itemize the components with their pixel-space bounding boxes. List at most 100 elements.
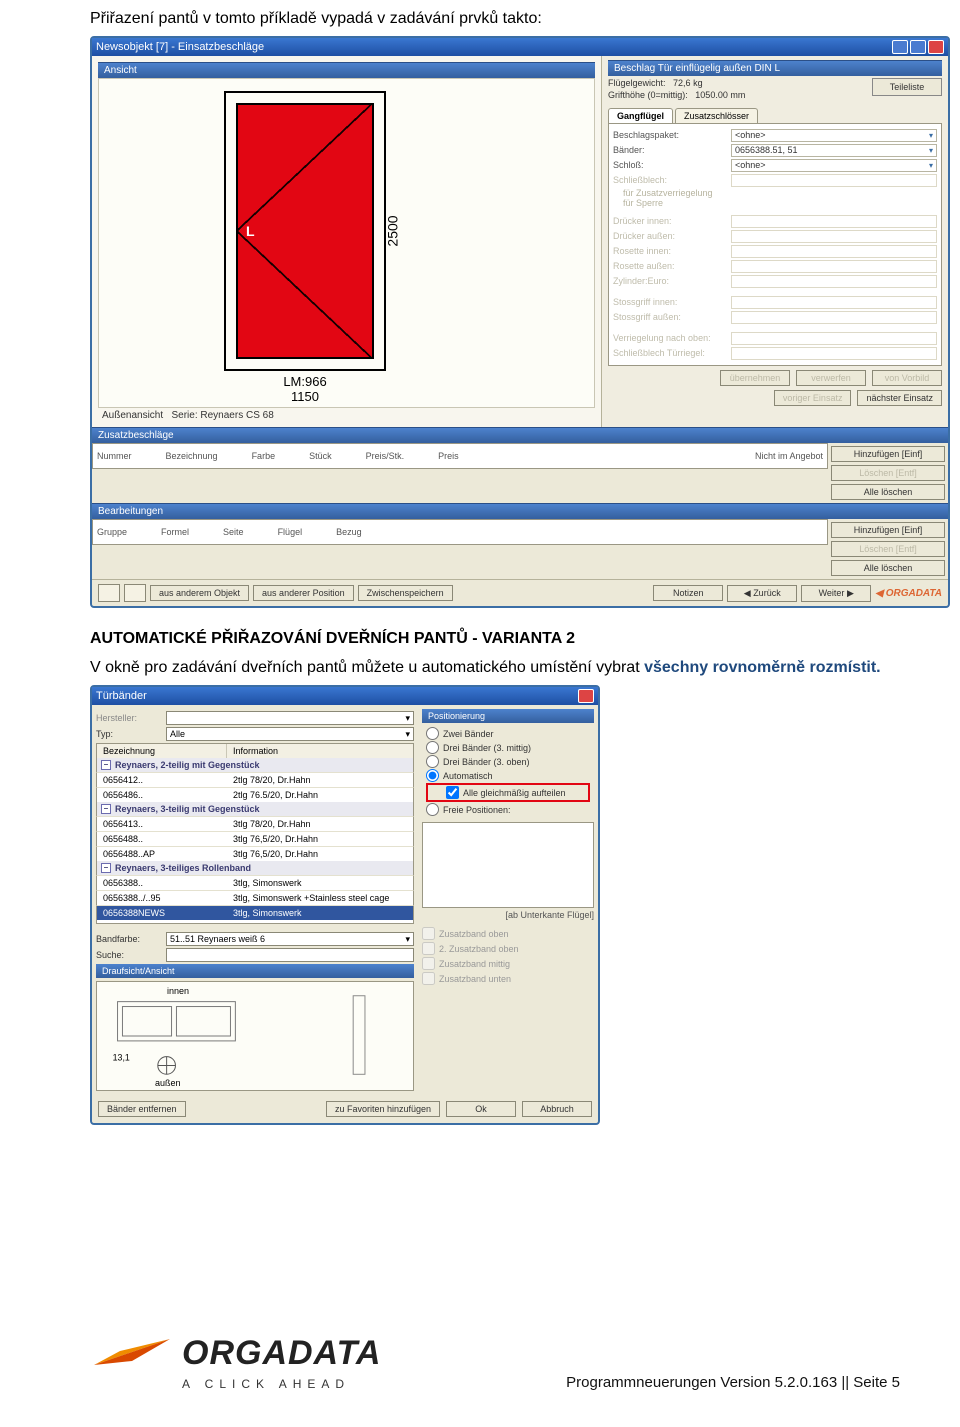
view-caption: Außenansicht Serie: Reynaers CS 68 [98,410,595,421]
tab-zusatzschloesser[interactable]: Zusatzschlösser [675,108,758,123]
properties-grid: Beschlagspaket:<ohne>▾ Bänder:0656388.51… [608,123,942,366]
chk-2oben[interactable]: 2. Zusatzband oben [422,941,594,956]
svg-text:13,1: 13,1 [113,1053,130,1063]
row-0656488[interactable]: 0656488..3tlg 76,5/20, Dr.Hahn [96,831,414,846]
zwischenspeichern-button[interactable]: Zwischenspeichern [358,585,453,601]
schloss-select[interactable]: <ohne>▾ [731,159,937,172]
hinzufuegen-button-2[interactable]: Hinzufügen [Einf] [831,522,945,538]
favoriten-button[interactable]: zu Favoriten hinzufügen [326,1101,440,1117]
naechster-einsatz-button[interactable]: nächster Einsatz [857,390,942,406]
row-0656488ap[interactable]: 0656488..AP3tlg 76,5/20, Dr.Hahn [96,846,414,861]
freie-pos-grid[interactable] [422,822,594,908]
dimension-height: 2500 [378,91,408,371]
beschlagspaket-select[interactable]: <ohne>▾ [731,129,937,142]
group-reynaers-3r[interactable]: –Reynaers, 3-teiliges Rollenband [96,861,414,875]
logo-sub: A CLICK AHEAD [182,1377,350,1391]
typ-select[interactable]: Alle▾ [166,727,414,741]
dialog-title: Türbänder [96,690,147,702]
minimize-icon[interactable] [892,40,908,54]
opt-freie[interactable]: Freie Positionen: [426,803,590,816]
notizen-button[interactable]: Notizen [653,585,723,601]
brand-label: ◀ ORGADATA [875,588,942,599]
zurueck-button[interactable]: ◀ Zurück [727,585,797,602]
tool-icon-1[interactable] [98,584,120,602]
page-footer: ORGADATA A CLICK AHEAD Programmneuerunge… [90,1321,900,1391]
row-0656412[interactable]: 0656412..2tlg 78/20, Dr.Hahn [96,772,414,787]
chk-mittig[interactable]: Zusatzband mittig [422,956,594,971]
group-reynaers-2[interactable]: –Reynaers, 2-teilig mit Gegenstück [96,758,414,772]
opt-drei-oben[interactable]: Drei Bänder (3. oben) [426,755,590,768]
loeschen-button-1[interactable]: Löschen [Entf] [831,465,945,481]
chk-oben[interactable]: Zusatzband oben [422,926,594,941]
row-0656388-95[interactable]: 0656388../..953tlg, Simonswerk +Stainles… [96,890,414,905]
suche-input[interactable] [166,948,414,962]
zusatzbeschlaege-header: Zusatzbeschläge [92,427,948,443]
pos-hint: [ab Unterkante Flügel] [422,910,594,920]
row-0656413[interactable]: 0656413..3tlg 78/20, Dr.Hahn [96,816,414,831]
voriger-einsatz-button[interactable]: voriger Einsatz [774,390,852,406]
opt-drei-mittig[interactable]: Drei Bänder (3. mittig) [426,741,590,754]
zusatz-checks: Zusatzband oben 2. Zusatzband oben Zusat… [422,926,594,986]
close-icon[interactable] [928,40,944,54]
opt-gleich[interactable]: Alle gleichmäßig aufteilen [446,786,586,799]
tab-gangfluegel[interactable]: Gangflügel [608,108,673,123]
chk-unten[interactable]: Zusatzband unten [422,971,594,986]
section-heading: AUTOMATICKÉ PŘIŘAZOVÁNÍ DVEŘNÍCH PANTŮ -… [90,628,900,650]
hersteller-select[interactable]: ▾ [166,711,414,725]
band-grid-header: Bezeichnung Information [96,743,414,758]
bandfarbe-select[interactable]: 51..51 Reynaers weiß 6▾ [166,932,414,946]
aus-objekt-button[interactable]: aus anderem Objekt [150,585,249,601]
einsatzbeschlaege-window: Newsobjekt [7] - Einsatzbeschläge Ansich… [90,36,950,608]
zusatz-grid: Nummer Bezeichnung Farbe Stück Preis/Stk… [92,443,828,469]
uebernehmen-button[interactable]: übernehmen [720,370,790,386]
group-reynaers-3g[interactable]: –Reynaers, 3-teilig mit Gegenstück [96,802,414,816]
opt-auto[interactable]: Automatisch [426,769,590,782]
weiter-button[interactable]: Weiter ▶ [801,585,871,602]
bearb-grid: Gruppe Formel Seite Flügel Bezug [92,519,828,545]
preview-canvas: innen 13,1 außen [96,981,414,1091]
dialog-titlebar: Türbänder [92,687,598,705]
orgadata-logo: ORGADATA A CLICK AHEAD [90,1321,381,1391]
row-0656388[interactable]: 0656388..3tlg, Simonswerk [96,875,414,890]
baender-entfernen-button[interactable]: Bänder entfernen [98,1101,186,1117]
highlight-gleich: Alle gleichmäßig aufteilen [426,783,590,802]
window-title: Newsobjekt [7] - Einsatzbeschläge [96,41,264,53]
draufsicht-header: Draufsicht/Ansicht [96,964,414,978]
door-outline: L [224,91,386,371]
aus-position-button[interactable]: aus anderer Position [253,585,354,601]
gangfluegel-tabs: Gangflügel Zusatzschlösser [608,108,942,123]
door-letter: L [246,223,255,239]
logo-text: ORGADATA [182,1334,381,1373]
maximize-icon[interactable] [910,40,926,54]
positionierung-header: Positionierung [422,709,594,723]
dimension-width: LM:966 1150 [224,375,386,404]
von-vorbild-button[interactable]: von Vorbild [872,370,942,386]
dialog-close-icon[interactable] [578,689,594,703]
intro-line: Přiřazení pantů v tomto příkladě vypadá … [90,8,900,30]
beschlag-header: Beschlag Tür einflügelig außen DIN L [608,60,942,76]
loeschen-button-2[interactable]: Löschen [Entf] [831,541,945,557]
alle-loeschen-button-1[interactable]: Alle löschen [831,484,945,500]
alle-loeschen-button-2[interactable]: Alle löschen [831,560,945,576]
teileliste-button[interactable]: Teileliste [872,78,942,96]
preview-drawing-icon: 13,1 [97,982,413,1090]
tool-icon-2[interactable] [124,584,146,602]
window-controls [892,40,944,54]
door-canvas: L 2500 LM:966 1150 [98,78,595,408]
ansicht-header: Ansicht [98,62,595,78]
bearbeitungen-header: Bearbeitungen [92,503,948,519]
window-titlebar: Newsobjekt [7] - Einsatzbeschläge [92,38,948,56]
hinzufuegen-button-1[interactable]: Hinzufügen [Einf] [831,446,945,462]
abbruch-button[interactable]: Abbruch [522,1101,592,1117]
window-bottom-bar: aus anderem Objekt aus anderer Position … [92,579,948,606]
row-0656388news[interactable]: 0656388NEWS3tlg, Simonswerk [96,905,414,920]
section-paragraph: V okně pro zadávání dveřních pantů můžet… [90,657,900,679]
verwerfen-button[interactable]: verwerfen [796,370,866,386]
row-0656486[interactable]: 0656486..2tlg 76.5/20, Dr.Hahn [96,787,414,802]
opt-zwei[interactable]: Zwei Bänder [426,727,590,740]
pos-options: Zwei Bänder Drei Bänder (3. mittig) Drei… [422,723,594,820]
logo-arrow-icon [90,1321,174,1373]
baender-select[interactable]: 0656388.51, 51▾ [731,144,937,157]
ok-button[interactable]: Ok [446,1101,516,1117]
door-leaf: L [236,103,374,359]
